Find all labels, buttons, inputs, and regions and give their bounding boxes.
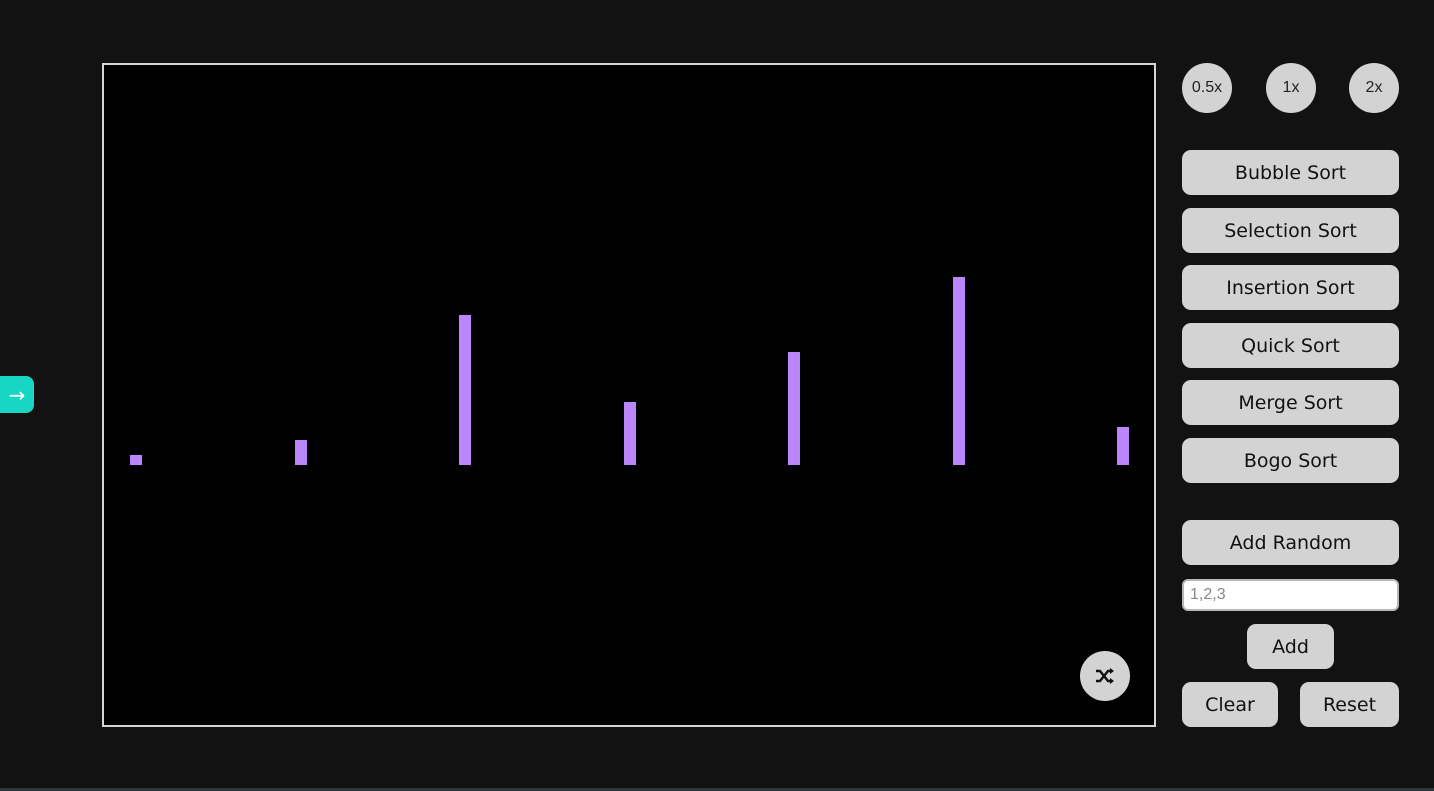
selection-sort-button[interactable]: Selection Sort	[1182, 208, 1399, 253]
sidebar-toggle-button[interactable]: →	[0, 376, 34, 413]
speed-2x-button[interactable]: 2x	[1349, 63, 1399, 113]
bogo-sort-button[interactable]: Bogo Sort	[1182, 438, 1399, 483]
speed-half-button[interactable]: 0.5x	[1182, 63, 1232, 113]
numbers-input[interactable]	[1182, 579, 1399, 611]
app-root: → 0.5x 1x 2x Bubble Sort Selection Sort …	[0, 0, 1434, 791]
visualizer-canvas	[102, 63, 1156, 727]
shuffle-icon	[1096, 668, 1114, 684]
clear-button[interactable]: Clear	[1182, 682, 1278, 727]
speed-controls: 0.5x 1x 2x	[1182, 63, 1399, 113]
array-bar	[788, 352, 800, 465]
array-bar	[130, 455, 142, 465]
add-random-button[interactable]: Add Random	[1182, 520, 1399, 565]
array-bar	[952, 277, 965, 465]
array-bar	[294, 440, 307, 465]
insertion-sort-button[interactable]: Insertion Sort	[1182, 265, 1399, 310]
bubble-sort-button[interactable]: Bubble Sort	[1182, 150, 1399, 195]
add-button[interactable]: Add	[1247, 624, 1334, 669]
arrow-right-icon: →	[8, 382, 26, 407]
reset-button[interactable]: Reset	[1300, 682, 1399, 727]
merge-sort-button[interactable]: Merge Sort	[1182, 380, 1399, 425]
array-bar	[459, 315, 471, 465]
shuffle-button[interactable]	[1080, 651, 1130, 701]
quick-sort-button[interactable]: Quick Sort	[1182, 323, 1399, 368]
array-bar	[623, 402, 636, 465]
array-bar	[1117, 427, 1129, 465]
speed-1x-button[interactable]: 1x	[1266, 63, 1316, 113]
